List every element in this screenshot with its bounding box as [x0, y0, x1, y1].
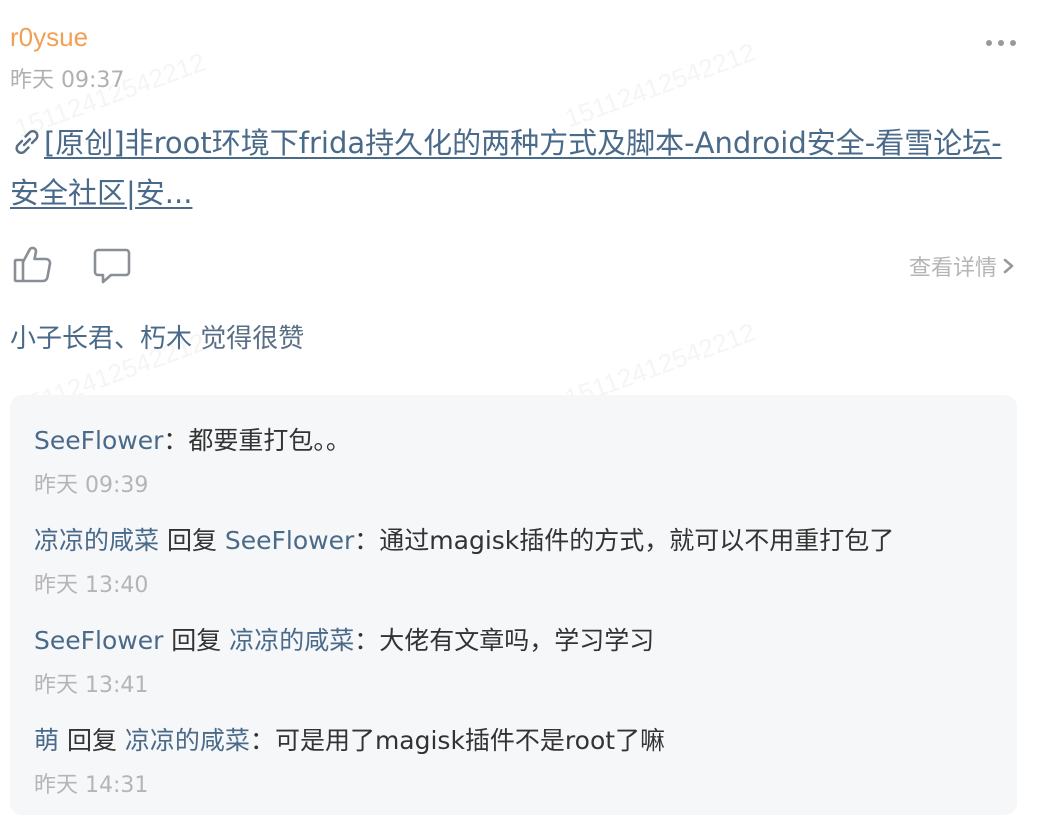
likes-suffix: 觉得很赞 — [192, 324, 305, 354]
reply-to-user[interactable]: 凉凉的咸菜 — [125, 726, 250, 755]
comment-item[interactable]: 萌 回复 凉凉的咸菜：可是用了magisk插件不是root了嘛 — [34, 721, 665, 757]
comment-item[interactable]: SeeFlower 回复 凉凉的咸菜：大佬有文章吗，学习学习 — [34, 621, 654, 657]
reply-word: 回复 — [159, 526, 225, 555]
more-dots-icon[interactable] — [986, 38, 1020, 48]
comment-bubble-icon[interactable] — [92, 246, 132, 286]
post-author[interactable]: r0ysue — [10, 22, 88, 53]
comment-time: 昨天 14:31 — [34, 773, 149, 798]
link-title[interactable]: [原创]非root环境下frida持久化的两种方式及脚本-Android安全-看… — [10, 126, 1002, 210]
view-details-button[interactable]: 查看详情 — [909, 250, 1017, 282]
chevron-right-icon — [1003, 258, 1014, 274]
comment-user[interactable]: SeeFlower — [34, 426, 163, 455]
reply-word: 回复 — [163, 626, 230, 655]
view-details-label: 查看详情 — [908, 256, 997, 281]
comment-text: ：都要重打包。。 — [163, 426, 351, 455]
post-time: 昨天 09:37 — [10, 68, 125, 93]
comment-user[interactable]: 凉凉的咸菜 — [34, 526, 159, 555]
reply-to-user[interactable]: 凉凉的咸菜 — [229, 626, 354, 655]
reply-to-user[interactable]: SeeFlower — [225, 526, 354, 555]
comment-item[interactable]: SeeFlower：都要重打包。。 — [34, 421, 351, 457]
thumbs-up-icon[interactable] — [12, 243, 54, 285]
likes-names[interactable]: 小子长君、朽木 — [10, 324, 192, 354]
comment-time: 昨天 13:40 — [34, 573, 149, 598]
comment-list: SeeFlower：都要重打包。。 昨天 09:39 凉凉的咸菜 回复 SeeF… — [10, 395, 1017, 815]
comment-user[interactable]: 萌 — [34, 726, 59, 755]
likes-summary: 小子长君、朽木 觉得很赞 — [10, 318, 304, 355]
comment-item[interactable]: 凉凉的咸菜 回复 SeeFlower：通过magisk插件的方式，就可以不用重打… — [34, 521, 894, 557]
comment-text: ：可是用了magisk插件不是root了嘛 — [249, 726, 666, 755]
shared-link[interactable]: [原创]非root环境下frida持久化的两种方式及脚本-Android安全-看… — [10, 118, 1010, 218]
comment-time: 昨天 09:39 — [34, 473, 149, 498]
comment-time: 昨天 13:41 — [34, 673, 149, 698]
comment-user[interactable]: SeeFlower — [34, 626, 163, 655]
comment-text: ：通过magisk插件的方式，就可以不用重打包了 — [354, 526, 895, 555]
link-icon — [15, 129, 39, 155]
reply-word: 回复 — [59, 726, 125, 755]
comment-text: ：大佬有文章吗，学习学习 — [354, 626, 655, 655]
